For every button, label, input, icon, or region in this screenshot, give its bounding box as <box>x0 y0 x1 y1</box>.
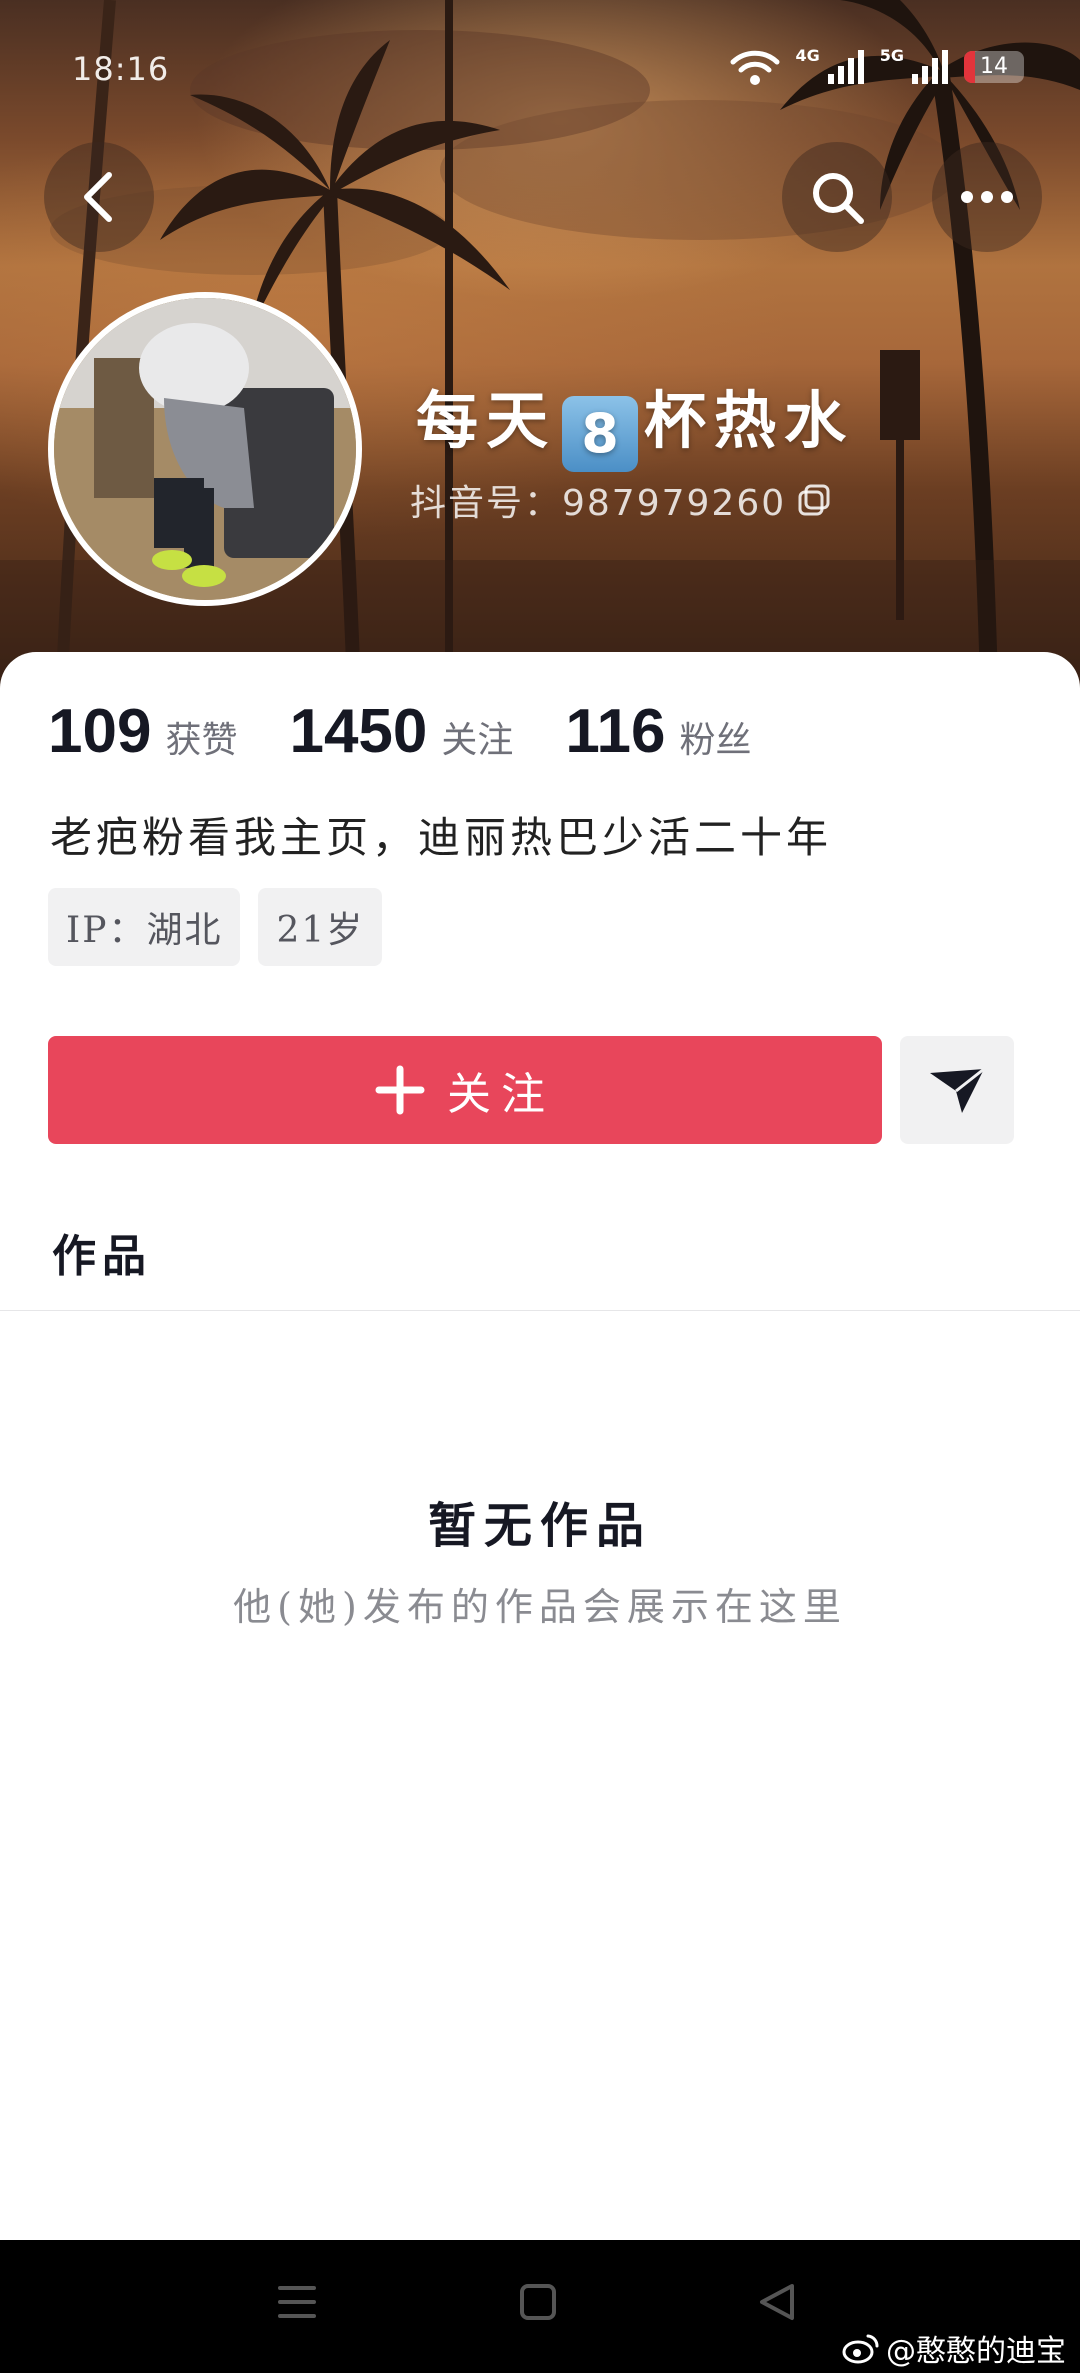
search-icon <box>813 173 864 224</box>
profile-cover: 18:16 4G 5G 14 每天 8 杯热水 抖音号：987979260 <box>0 0 1080 700</box>
followers-label: 粉丝 <box>679 720 752 761</box>
douyin-id-text: 抖音号：987979260 <box>410 483 787 524</box>
signal-icon <box>827 50 864 84</box>
search-button[interactable] <box>782 142 892 252</box>
network-5g-label: 5G <box>879 45 904 65</box>
follow-button[interactable]: 关注 <box>48 1036 882 1144</box>
following-label: 关注 <box>441 720 514 761</box>
avatar[interactable] <box>48 292 362 606</box>
send-icon <box>930 1067 985 1113</box>
back-icon <box>84 172 112 222</box>
signal-icon <box>912 50 948 84</box>
tab-divider <box>0 1310 1080 1311</box>
nickname-text-pre: 每天 <box>416 384 557 457</box>
douyin-id-row[interactable]: 抖音号：987979260 <box>410 474 832 526</box>
back-button[interactable] <box>44 142 154 252</box>
age-tag: 21岁 <box>258 888 383 966</box>
back-triangle-icon[interactable] <box>756 2282 798 2322</box>
profile-bio: 老疤粉看我主页，迪丽热巴少活二十年 <box>50 813 833 862</box>
more-icon <box>961 191 1013 203</box>
nickname-digit-emoji: 8 <box>562 396 639 472</box>
profile-card: 109 获赞 1450 关注 116 粉丝 老疤粉看我主页，迪丽热巴少活二十年 … <box>0 652 1080 2240</box>
status-time: 18:16 <box>72 50 170 88</box>
likes-label: 获赞 <box>165 720 238 761</box>
tab-works[interactable]: 作品 <box>52 1220 152 1284</box>
home-icon[interactable] <box>518 2282 558 2322</box>
ip-location-tag: IP：湖北 <box>48 888 241 966</box>
following-count[interactable]: 1450 <box>289 696 427 767</box>
followers-count[interactable]: 116 <box>565 696 665 767</box>
avatar-image <box>54 298 356 600</box>
profile-stats: 109 获赞 1450 关注 116 粉丝 <box>48 696 803 767</box>
empty-state-title: 暂无作品 <box>427 1498 652 1554</box>
battery-fill <box>964 51 975 83</box>
network-4g-label: 4G <box>795 45 820 65</box>
status-icons: 4G 5G 14 <box>729 45 1024 86</box>
system-navigation-bar: @憨憨的迪宝 <box>0 2240 1080 2373</box>
profile-tags: IP：湖北 21岁 <box>48 888 383 966</box>
battery-indicator: 14 <box>964 51 1024 83</box>
likes-count[interactable]: 109 <box>48 696 151 767</box>
follow-button-label: 关注 <box>447 1069 555 1120</box>
watermark: @憨憨的迪宝 <box>842 2326 1066 2370</box>
plus-icon <box>375 1065 425 1115</box>
profile-nickname: 每天 8 杯热水 <box>416 370 854 472</box>
status-bar: 18:16 4G 5G 14 <box>0 0 1080 140</box>
send-message-button[interactable] <box>900 1036 1014 1144</box>
empty-state-subtitle: 他(她)发布的作品会展示在这里 <box>233 1585 847 1629</box>
battery-level: 14 <box>980 54 1008 79</box>
wifi-icon <box>730 50 780 85</box>
weibo-icon <box>842 2334 879 2364</box>
menu-icon[interactable] <box>276 2282 318 2322</box>
more-button[interactable] <box>932 142 1042 252</box>
watermark-text: @憨憨的迪宝 <box>886 2334 1066 2369</box>
copy-icon[interactable] <box>796 482 832 518</box>
nickname-text-post: 杯热水 <box>644 384 855 457</box>
